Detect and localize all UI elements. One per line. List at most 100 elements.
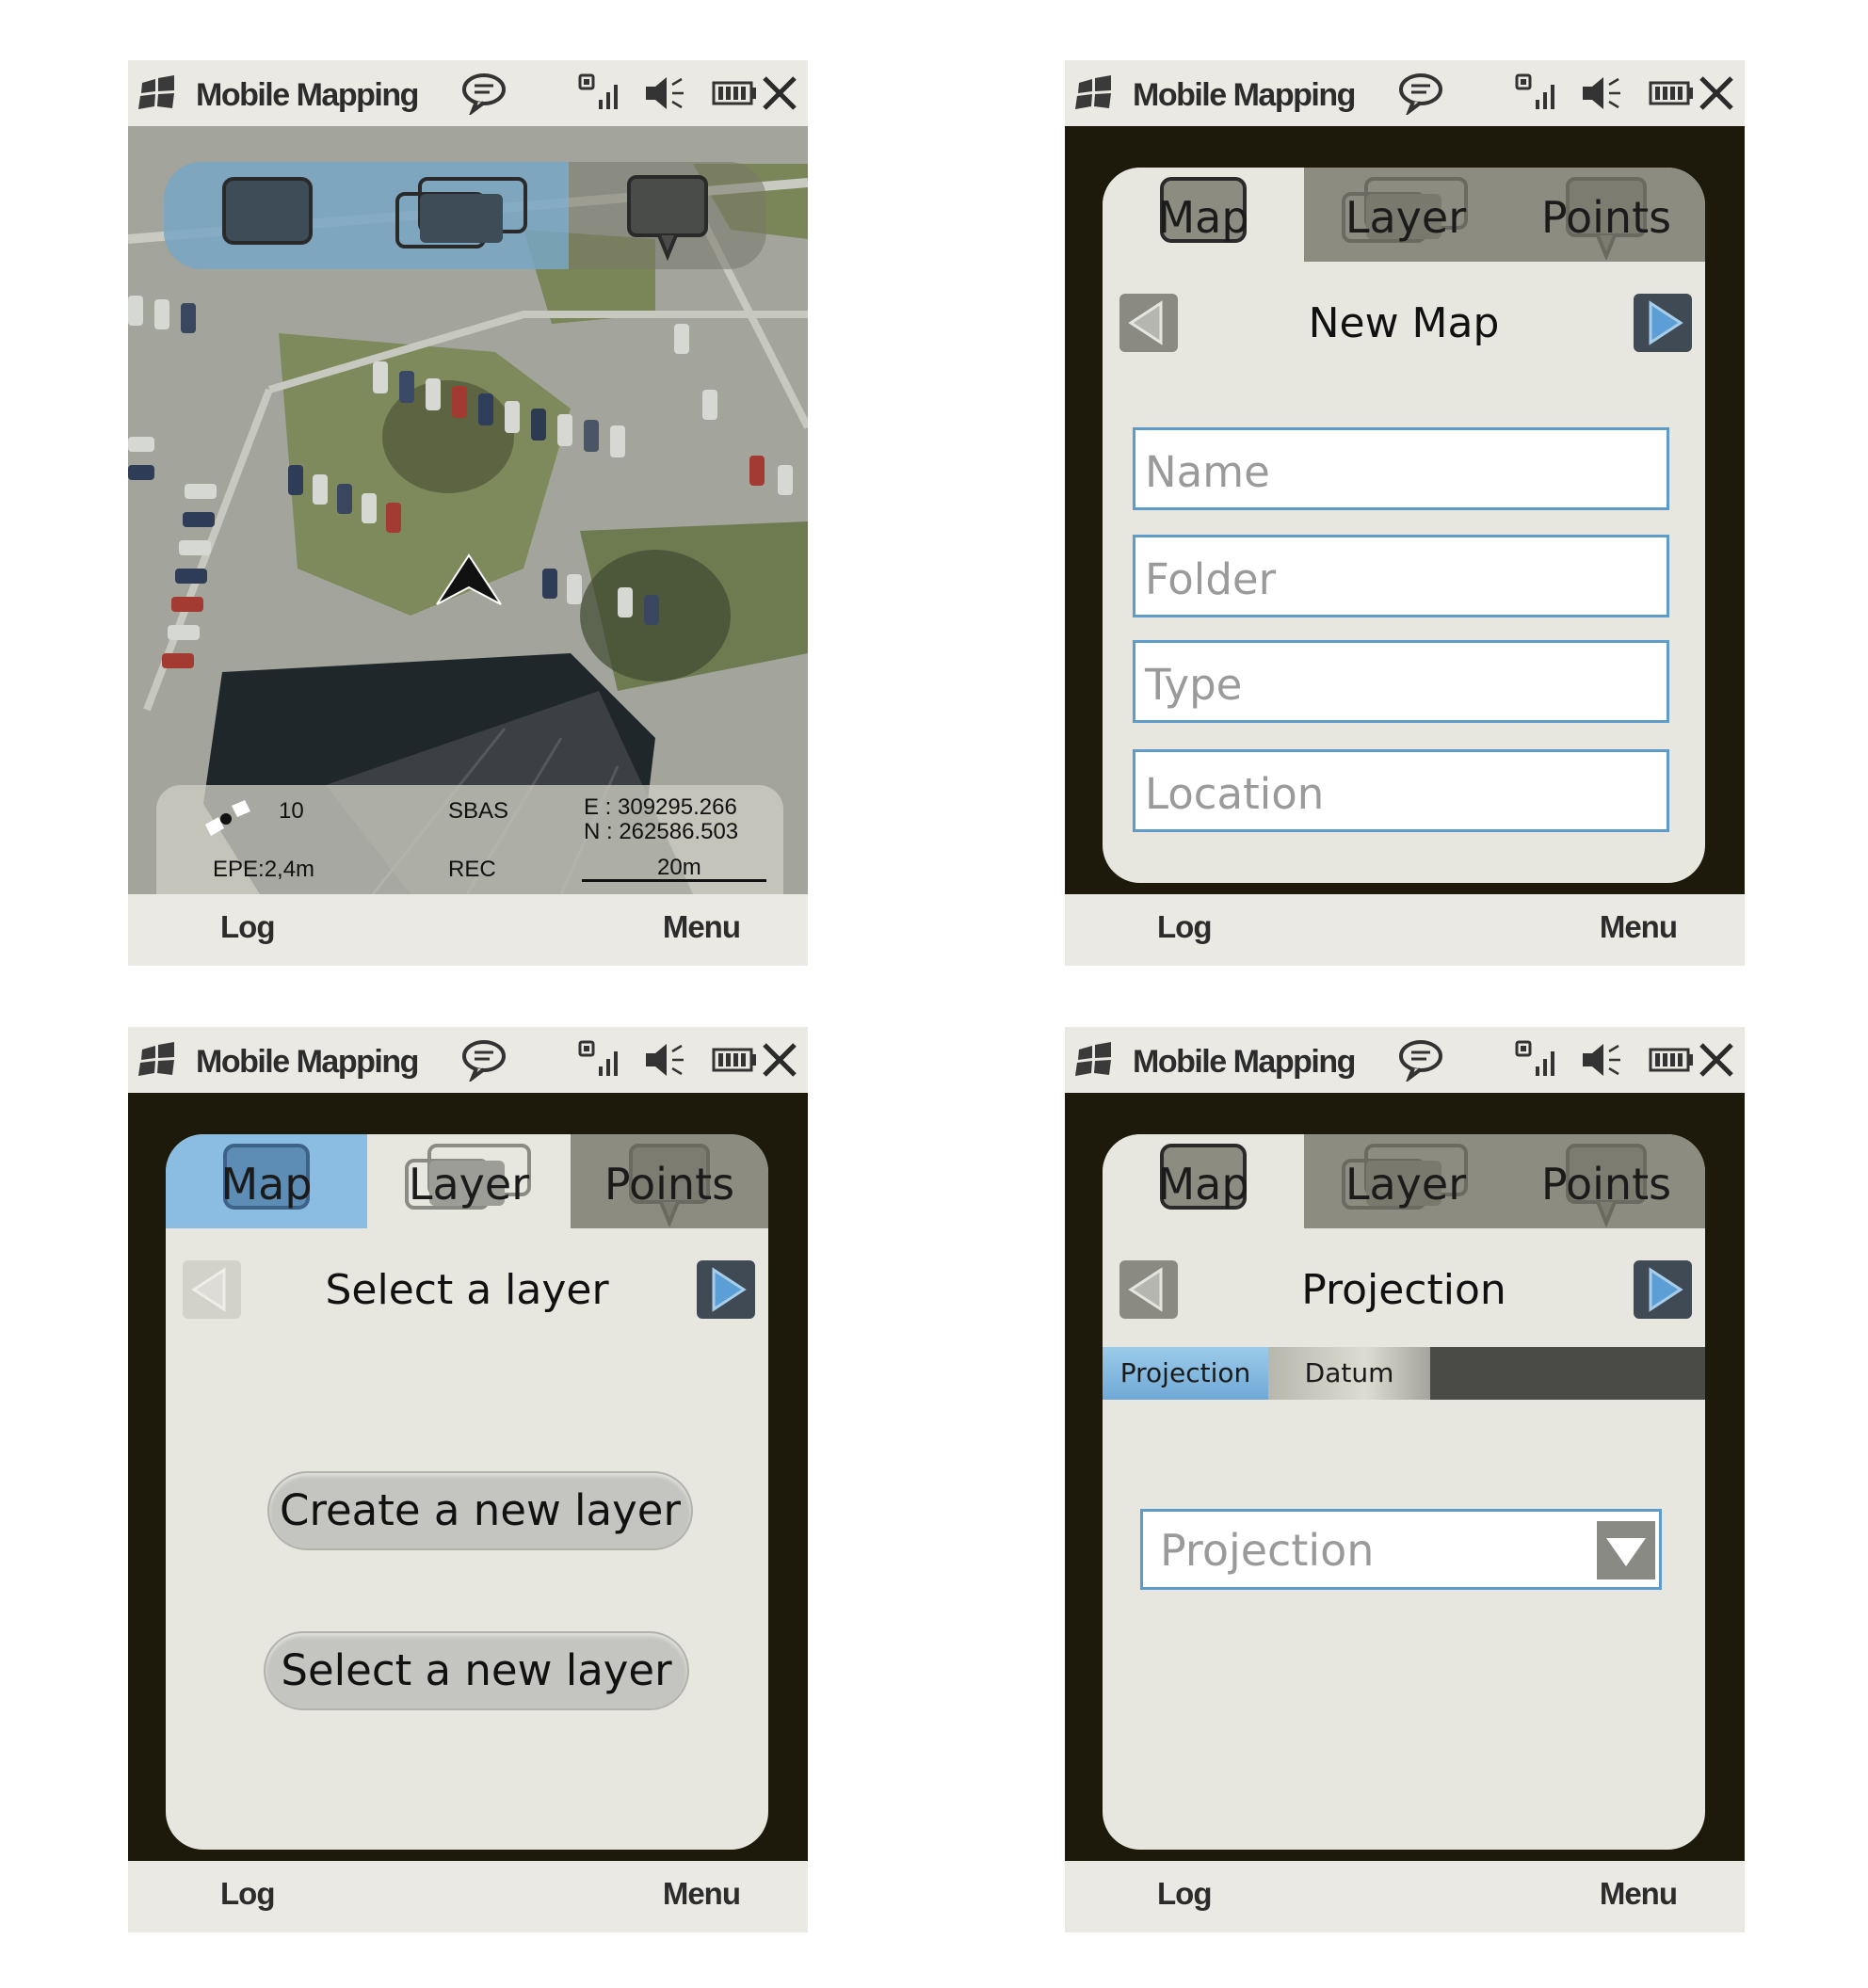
- tab-map-label: Map: [220, 1159, 313, 1210]
- gps-mode: SBAS: [448, 798, 509, 824]
- projection-panel: Map Layer Points Projection Projection D…: [1103, 1134, 1705, 1850]
- name-field[interactable]: Name: [1133, 427, 1669, 510]
- windows-start-icon[interactable]: [137, 75, 177, 111]
- subtab-projection[interactable]: Projection: [1103, 1347, 1268, 1400]
- points-icon[interactable]: [625, 173, 710, 262]
- windows-start-icon[interactable]: [1074, 1042, 1114, 1078]
- notification-bubble-icon[interactable]: [1396, 72, 1445, 115]
- tab-bar: Map Layer Points: [166, 1134, 768, 1228]
- new-map-screen: Mobile Mapping Map Layer Points New Map …: [1065, 60, 1745, 966]
- close-icon[interactable]: [1698, 73, 1735, 113]
- projection-select-value: Projection: [1160, 1525, 1375, 1576]
- notification-bubble-icon[interactable]: [459, 1038, 508, 1082]
- layers-icon[interactable]: [394, 173, 535, 252]
- folder-placeholder: Folder: [1145, 554, 1277, 604]
- tab-map[interactable]: Map: [1103, 1134, 1304, 1228]
- scale-bar: [582, 879, 766, 882]
- battery-icon[interactable]: [712, 1038, 759, 1082]
- battery-icon[interactable]: [1649, 1038, 1696, 1082]
- arrow-left-icon: [191, 1267, 226, 1312]
- tab-map[interactable]: Map: [166, 1134, 367, 1228]
- status-bar: Mobile Mapping: [1065, 1027, 1745, 1093]
- signal-strength-icon[interactable]: [578, 1038, 631, 1082]
- chevron-down-icon: [1606, 1538, 1646, 1566]
- notification-bubble-icon[interactable]: [1396, 1038, 1445, 1082]
- location-placeholder: Location: [1145, 769, 1325, 819]
- map-view-icon[interactable]: [220, 173, 316, 252]
- navigation-row: New Map: [1103, 294, 1705, 354]
- tab-points[interactable]: Points: [571, 1134, 768, 1228]
- create-layer-button[interactable]: Create a new layer: [267, 1471, 693, 1550]
- tab-layer[interactable]: Layer: [1304, 168, 1507, 262]
- type-field[interactable]: Type: [1133, 640, 1669, 723]
- select-layer-button[interactable]: Select a new layer: [264, 1631, 689, 1710]
- type-placeholder: Type: [1145, 660, 1243, 710]
- notification-bubble-icon[interactable]: [459, 72, 508, 115]
- tab-layer[interactable]: Layer: [1304, 1134, 1507, 1228]
- scale-label: 20m: [657, 855, 701, 880]
- name-placeholder: Name: [1145, 447, 1270, 497]
- previous-button[interactable]: [1119, 1260, 1178, 1319]
- tab-map-label: Map: [1157, 192, 1249, 243]
- tab-bar: Map Layer Points: [1103, 168, 1705, 262]
- arrow-left-icon: [1128, 1267, 1163, 1312]
- close-icon[interactable]: [761, 73, 798, 113]
- battery-icon[interactable]: [712, 72, 759, 115]
- close-icon[interactable]: [761, 1040, 798, 1080]
- tab-points-label: Points: [1540, 1159, 1672, 1210]
- log-softkey[interactable]: Log: [1157, 1876, 1212, 1912]
- page-title: New Map: [1308, 299, 1500, 347]
- previous-button[interactable]: [1119, 294, 1178, 352]
- menu-softkey[interactable]: Menu: [1600, 1876, 1678, 1912]
- tab-layer-label: Layer: [408, 1159, 530, 1210]
- windows-start-icon[interactable]: [137, 1042, 177, 1078]
- projection-select[interactable]: Projection: [1140, 1509, 1662, 1590]
- signal-strength-icon[interactable]: [578, 72, 631, 115]
- tab-points-label: Points: [1540, 192, 1672, 243]
- location-field[interactable]: Location: [1133, 749, 1669, 832]
- volume-muted-icon[interactable]: [1579, 1038, 1624, 1082]
- softkey-bar: Log Menu: [1065, 894, 1745, 966]
- next-button[interactable]: [1634, 1260, 1692, 1319]
- log-softkey[interactable]: Log: [220, 1876, 275, 1912]
- navigation-row: Select a layer: [166, 1260, 768, 1321]
- satellite-count: 10: [279, 798, 304, 824]
- dropdown-button[interactable]: [1597, 1521, 1655, 1579]
- app-title: Mobile Mapping: [196, 1044, 419, 1080]
- tab-layer[interactable]: Layer: [367, 1134, 571, 1228]
- folder-field[interactable]: Folder: [1133, 535, 1669, 617]
- previous-button[interactable]: [183, 1260, 241, 1319]
- log-softkey[interactable]: Log: [1157, 909, 1212, 945]
- tab-map[interactable]: Map: [1103, 168, 1304, 262]
- arrow-right-icon: [1649, 1267, 1683, 1312]
- next-button[interactable]: [1634, 294, 1692, 352]
- status-bar: Mobile Mapping: [128, 1027, 808, 1093]
- status-bar: Mobile Mapping: [1065, 60, 1745, 126]
- tab-points[interactable]: Points: [1507, 1134, 1705, 1228]
- softkey-bar: Log Menu: [1065, 1861, 1745, 1932]
- windows-start-icon[interactable]: [1074, 75, 1114, 111]
- select-layer-panel: Map Layer Points Select a layer Create a…: [166, 1134, 768, 1850]
- subtab-datum[interactable]: Datum: [1268, 1347, 1430, 1400]
- close-icon[interactable]: [1698, 1040, 1735, 1080]
- next-button[interactable]: [697, 1260, 755, 1319]
- signal-strength-icon[interactable]: [1515, 1038, 1568, 1082]
- menu-softkey[interactable]: Menu: [663, 1876, 741, 1912]
- log-softkey[interactable]: Log: [220, 909, 275, 945]
- app-title: Mobile Mapping: [196, 77, 419, 113]
- map-toolbar: [164, 162, 766, 269]
- menu-softkey[interactable]: Menu: [663, 909, 741, 945]
- map-screen: Mobile Mapping 10 SBAS E: 309295.266 N …: [128, 60, 808, 966]
- projection-screen: Mobile Mapping Map Layer Points Projecti…: [1065, 1027, 1745, 1932]
- signal-strength-icon[interactable]: [1515, 72, 1568, 115]
- volume-muted-icon[interactable]: [1579, 72, 1624, 115]
- rec-status: REC: [448, 857, 496, 882]
- volume-muted-icon[interactable]: [642, 72, 687, 115]
- tab-map-label: Map: [1157, 1159, 1249, 1210]
- select-layer-screen: Mobile Mapping Map Layer Points Select a…: [128, 1027, 808, 1932]
- tab-points[interactable]: Points: [1507, 168, 1705, 262]
- menu-softkey[interactable]: Menu: [1600, 909, 1678, 945]
- satellite-map[interactable]: 10 SBAS E : 309295.266 N : 262586.503 EP…: [128, 126, 808, 894]
- battery-icon[interactable]: [1649, 72, 1696, 115]
- volume-muted-icon[interactable]: [642, 1038, 687, 1082]
